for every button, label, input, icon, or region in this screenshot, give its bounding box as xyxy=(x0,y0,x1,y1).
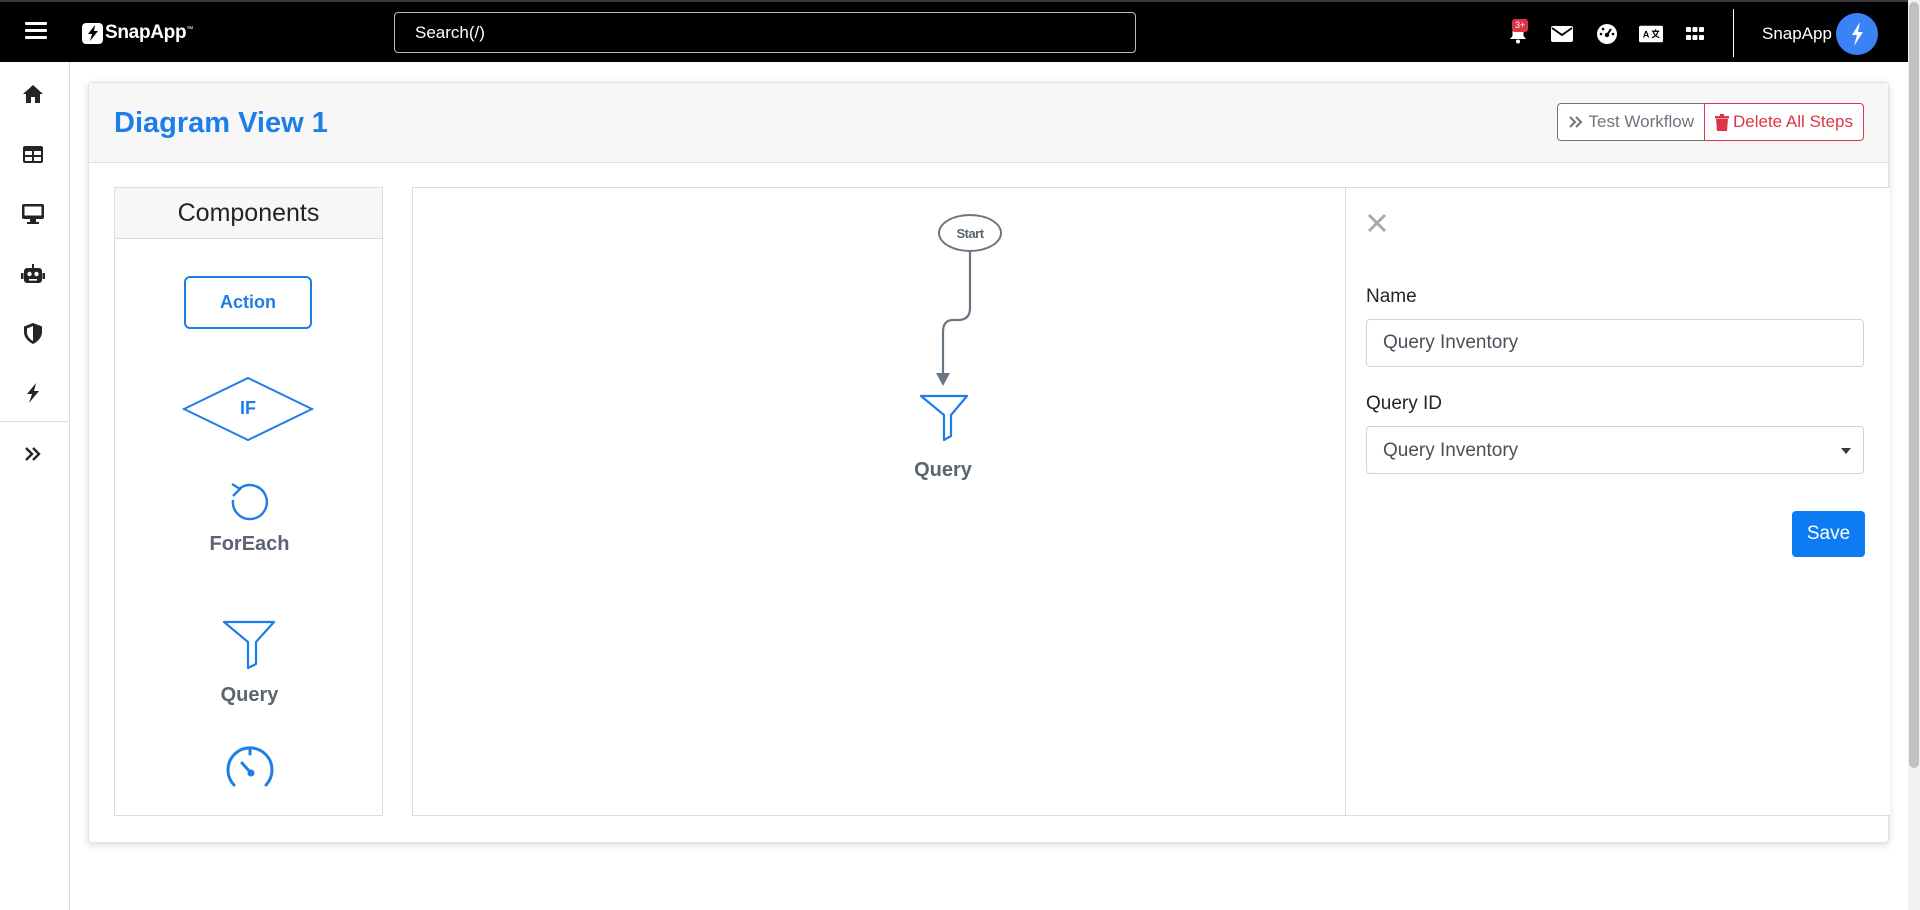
test-workflow-label: Test Workflow xyxy=(1588,112,1694,131)
apps-grid-icon[interactable] xyxy=(1683,22,1707,46)
component-foreach[interactable]: ForEach xyxy=(115,478,382,568)
start-node[interactable]: Start xyxy=(938,214,1002,252)
bolt-icon xyxy=(1852,22,1863,46)
search-input[interactable] xyxy=(394,12,1136,53)
notification-badge: 3+ xyxy=(1512,19,1529,32)
query-node-label: Query xyxy=(914,459,972,481)
query-id-select[interactable]: Query Inventory xyxy=(1366,426,1864,474)
brand-logo[interactable]: SnapApp ™ xyxy=(82,21,193,45)
query-id-selected-value: Query Inventory xyxy=(1383,440,1519,461)
diagram-card: Diagram View 1 Test Workflow Delete All … xyxy=(88,82,1890,843)
components-title: Components xyxy=(115,188,382,239)
envelope-icon[interactable] xyxy=(1550,22,1574,46)
translate-icon[interactable]: A xyxy=(1639,22,1663,46)
start-node-label: Start xyxy=(956,225,984,241)
left-sidebar xyxy=(0,62,70,910)
top-navbar: SnapApp ™ 3+ A SnapApp xyxy=(0,0,1908,62)
component-if-label: IF xyxy=(240,398,256,418)
query-node[interactable] xyxy=(919,394,969,442)
gauge-icon xyxy=(226,746,274,787)
sidebar-divider xyxy=(0,421,70,422)
diagram-canvas[interactable]: Start Query xyxy=(412,187,1345,816)
component-gauge[interactable] xyxy=(222,743,278,793)
component-foreach-label: ForEach xyxy=(209,533,290,555)
funnel-icon xyxy=(222,620,276,670)
component-action[interactable]: Action xyxy=(184,276,312,329)
trash-icon xyxy=(1714,113,1729,131)
caret-down-icon xyxy=(1841,448,1851,454)
double-chevron-right-icon[interactable] xyxy=(21,442,45,466)
name-label: Name xyxy=(1366,286,1417,307)
card-header: Diagram View 1 Test Workflow Delete All … xyxy=(89,83,1888,163)
brand-name: SnapApp xyxy=(105,22,187,43)
header-button-group: Test Workflow Delete All Steps xyxy=(1557,103,1864,141)
robot-icon[interactable] xyxy=(21,262,45,286)
desktop-icon[interactable] xyxy=(21,202,45,226)
components-panel: Components Action IF ForEach Query xyxy=(114,187,383,816)
page-scrollbar-thumb[interactable] xyxy=(1909,2,1919,768)
name-field[interactable] xyxy=(1366,319,1864,367)
shield-icon[interactable] xyxy=(21,321,45,345)
funnel-icon xyxy=(919,394,969,442)
menu-icon[interactable] xyxy=(25,22,47,42)
connector-arrow xyxy=(936,251,972,386)
delete-all-steps-button[interactable]: Delete All Steps xyxy=(1703,103,1864,141)
user-name[interactable]: SnapApp xyxy=(1762,24,1832,44)
save-button[interactable]: Save xyxy=(1792,511,1865,557)
home-icon[interactable] xyxy=(21,82,45,106)
properties-panel: Name Query ID Query Inventory Save xyxy=(1345,187,1890,816)
loop-arrow-icon xyxy=(231,482,269,521)
query-id-label: Query ID xyxy=(1366,393,1443,414)
dashboard-gauge-icon[interactable] xyxy=(1595,22,1619,46)
component-query[interactable]: Query xyxy=(115,620,382,710)
component-action-label: Action xyxy=(220,292,276,312)
svg-text:A: A xyxy=(1643,30,1650,40)
delete-all-steps-label: Delete All Steps xyxy=(1732,112,1853,131)
test-workflow-button[interactable]: Test Workflow xyxy=(1557,103,1705,141)
double-chevron-right-icon xyxy=(1569,116,1583,128)
user-avatar[interactable] xyxy=(1836,13,1878,55)
bolt-icon xyxy=(82,22,103,44)
topbar-divider xyxy=(1733,9,1734,57)
component-if[interactable]: IF xyxy=(181,376,315,442)
table-icon[interactable] xyxy=(21,142,45,166)
component-query-label: Query xyxy=(220,684,279,706)
bolt-icon[interactable] xyxy=(21,381,45,405)
brand-trademark: ™ xyxy=(186,25,194,33)
close-icon[interactable] xyxy=(1366,212,1388,234)
page-title: Diagram View 1 xyxy=(114,107,328,139)
